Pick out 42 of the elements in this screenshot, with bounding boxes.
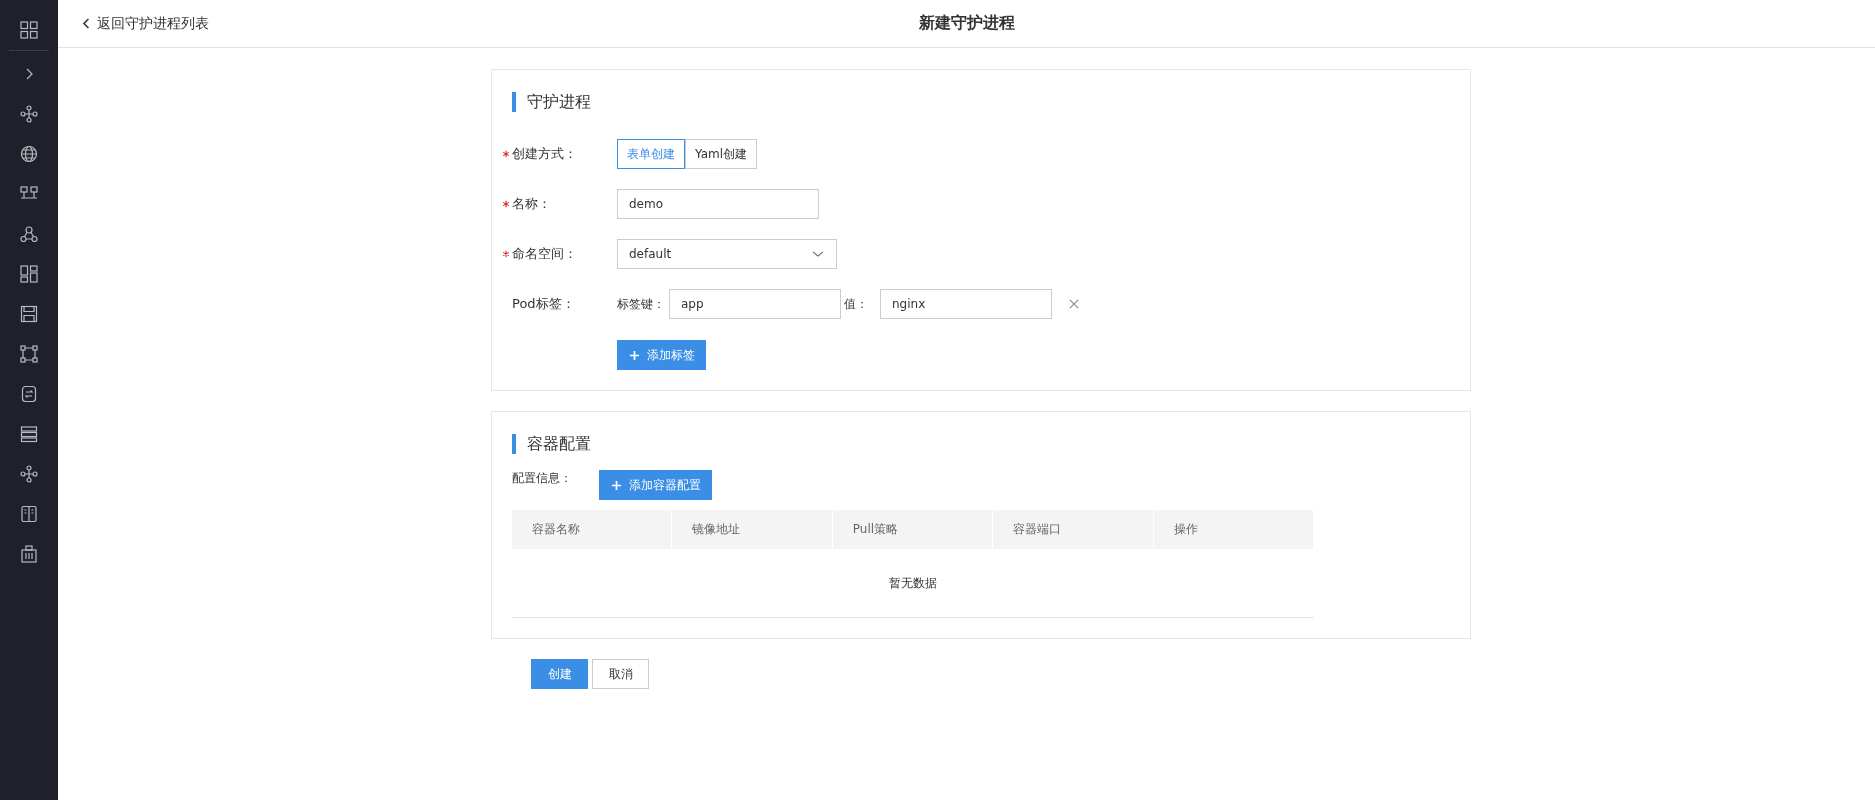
asterisk-icon <box>502 200 510 208</box>
building-icon[interactable] <box>19 544 39 564</box>
back-link[interactable]: 返回守护进程列表 <box>80 14 209 33</box>
field-label: 配置信息： <box>512 470 572 487</box>
mode-option[interactable]: 表单创建 <box>617 139 685 169</box>
cluster-icon[interactable] <box>19 224 39 244</box>
dashboard-icon[interactable] <box>19 264 39 284</box>
grid-icon[interactable] <box>19 20 39 40</box>
section-title: 容器配置 <box>512 434 1450 454</box>
key-field[interactable]: app <box>669 289 841 319</box>
column-header: 操作 <box>1153 510 1315 549</box>
value-field[interactable]: nginx <box>880 289 1052 319</box>
server-icon[interactable] <box>19 504 39 524</box>
column-header: 镜像地址 <box>672 510 833 549</box>
asterisk-icon <box>502 250 510 258</box>
globe-icon[interactable] <box>19 144 39 164</box>
column-header: Pull策略 <box>832 510 994 549</box>
field-label: 命名空间： <box>512 245 577 263</box>
name-field[interactable]: demo <box>617 189 819 219</box>
asterisk-icon <box>502 150 510 158</box>
command-icon[interactable] <box>19 344 39 364</box>
value-label: 值： <box>844 295 869 313</box>
field-label: 名称： <box>512 195 551 213</box>
key-label: 标签键： <box>617 295 666 313</box>
nodes-icon[interactable] <box>19 464 39 484</box>
mode-option[interactable]: Yaml创建 <box>685 139 758 169</box>
database-icon[interactable] <box>19 384 39 404</box>
save-icon[interactable] <box>19 304 39 324</box>
section-title: 守护进程 <box>512 92 1450 112</box>
empty-text: 暂无数据 <box>889 574 937 592</box>
column-header: 容器端口 <box>993 510 1154 549</box>
namespace-select[interactable]: default <box>617 239 837 269</box>
nodes-icon[interactable] <box>19 104 39 124</box>
list-icon[interactable] <box>19 424 39 444</box>
field-label: Pod标签： <box>512 295 575 313</box>
plus-icon[interactable] <box>628 348 641 362</box>
plus-icon[interactable] <box>610 478 623 492</box>
field-label: 创建方式： <box>512 145 577 163</box>
close-icon[interactable] <box>1067 297 1081 311</box>
cancel-button[interactable]: 取消 <box>592 659 649 689</box>
column-header: 容器名称 <box>512 510 673 549</box>
page-title: 新建守护进程 <box>917 13 1016 34</box>
